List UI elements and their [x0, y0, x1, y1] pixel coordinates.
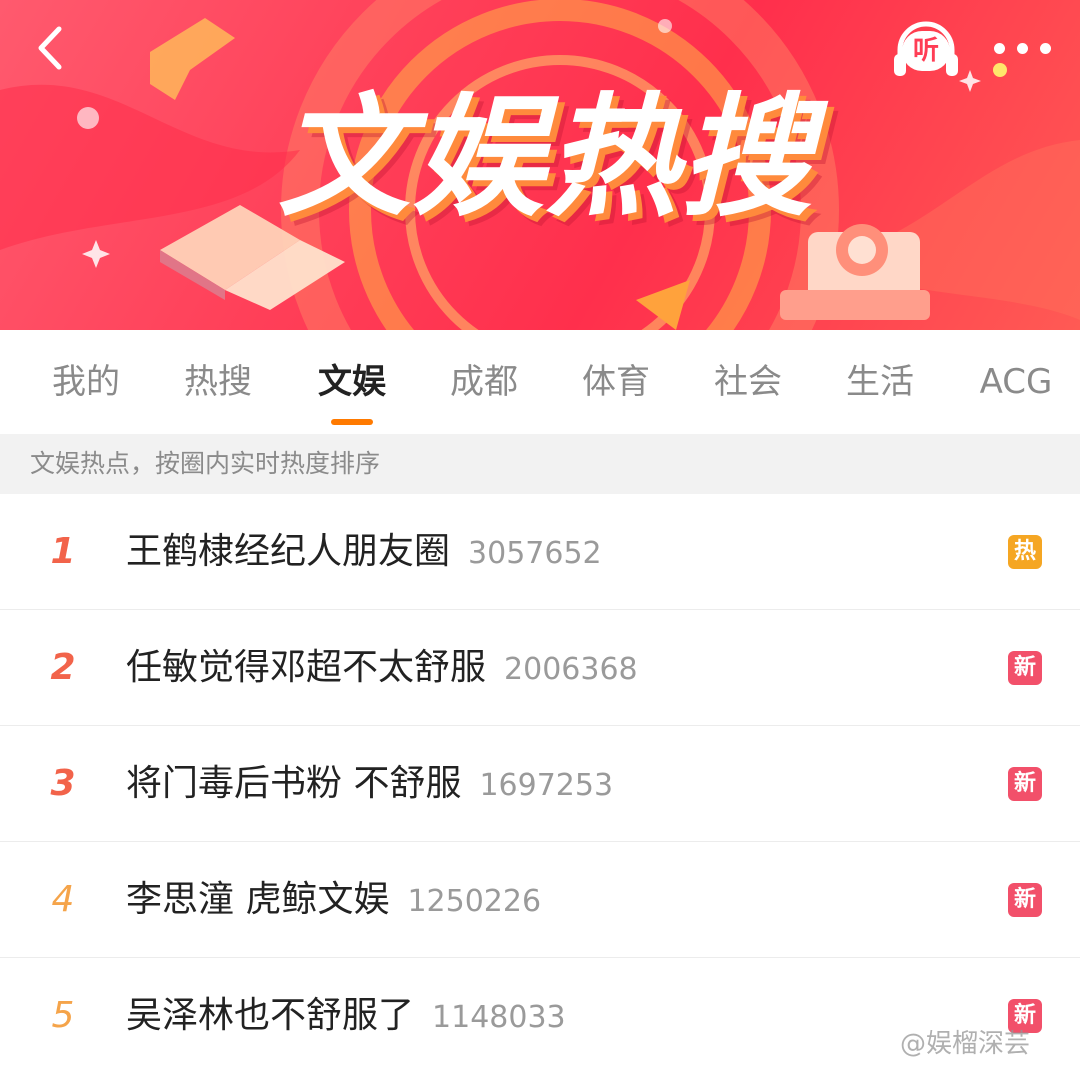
- rank-number: 1: [50, 531, 76, 572]
- new-badge: 新: [1008, 883, 1042, 917]
- new-badge: 新: [1008, 651, 1042, 685]
- tab-chengdu[interactable]: 成都: [434, 330, 534, 434]
- list-item[interactable]: 1 王鹤棣经纪人朋友圈 3057652 热: [0, 494, 1080, 610]
- listen-label: 听: [902, 31, 950, 71]
- topic-title: 李思潼 虎鲸文娱: [126, 879, 390, 920]
- list-item-content: 吴泽林也不舒服了 1148033: [126, 958, 566, 1074]
- rank-number: 4: [51, 879, 75, 920]
- new-badge: 新: [1008, 767, 1042, 801]
- tab-mine[interactable]: 我的: [36, 330, 136, 434]
- header-banner: 文娱热搜 听: [0, 0, 1080, 330]
- more-button[interactable]: [984, 30, 1060, 66]
- list-item-content: 任敏觉得邓超不太舒服 2006368: [126, 610, 638, 726]
- more-dot-icon: [1016, 42, 1028, 54]
- list-item[interactable]: 4 李思潼 虎鲸文娱 1250226 新: [0, 842, 1080, 958]
- category-tabs: 我的 热搜 文娱 成都 体育 社会 生活 ACG: [0, 330, 1080, 434]
- list-item[interactable]: 2 任敏觉得邓超不太舒服 2006368 新: [0, 610, 1080, 726]
- tab-society[interactable]: 社会: [698, 330, 798, 434]
- heat-count: 1250226: [407, 884, 542, 919]
- rank-number: 5: [51, 995, 75, 1036]
- list-item-content: 李思潼 虎鲸文娱 1250226: [126, 842, 541, 958]
- watermark: @娱榴深芸: [900, 1029, 1031, 1059]
- rank-number: 3: [50, 763, 76, 804]
- hot-search-list: 1 王鹤棣经纪人朋友圈 3057652 热 2 任敏觉得邓超不太舒服 2006368…: [0, 494, 1080, 1074]
- tab-sports[interactable]: 体育: [566, 330, 666, 434]
- topic-title: 吴泽林也不舒服了: [126, 995, 415, 1036]
- topic-title: 任敏觉得邓超不太舒服: [126, 647, 487, 688]
- heat-count: 1148033: [432, 1000, 566, 1035]
- listen-button[interactable]: 听: [892, 18, 960, 82]
- banner-title: 文娱热搜: [278, 81, 814, 235]
- rank-number: 2: [50, 647, 76, 688]
- more-dot-icon: [1039, 42, 1051, 54]
- list-item-content: 王鹤棣经纪人朋友圈 3057652: [126, 494, 602, 610]
- active-tab-indicator: [331, 419, 373, 425]
- back-button[interactable]: [22, 20, 78, 76]
- topic-title: 王鹤棣经纪人朋友圈: [126, 531, 451, 572]
- more-dot-icon: [993, 42, 1005, 54]
- topic-title: 将门毒后书粉 不舒服: [126, 763, 462, 804]
- list-item[interactable]: 3 将门毒后书粉 不舒服 1697253 新: [0, 726, 1080, 842]
- hot-badge: 热: [1008, 535, 1042, 569]
- section-description: 文娱热点，按圈内实时热度排序: [0, 434, 1080, 494]
- chevron-left-icon: [38, 26, 62, 70]
- heat-count: 3057652: [468, 536, 602, 571]
- tab-acg[interactable]: ACG: [968, 330, 1064, 434]
- tab-hot-search[interactable]: 热搜: [168, 330, 268, 434]
- tab-life[interactable]: 生活: [830, 330, 930, 434]
- heat-count: 1697253: [479, 768, 614, 803]
- list-item-content: 将门毒后书粉 不舒服 1697253: [126, 726, 613, 842]
- heat-count: 2006368: [504, 652, 638, 687]
